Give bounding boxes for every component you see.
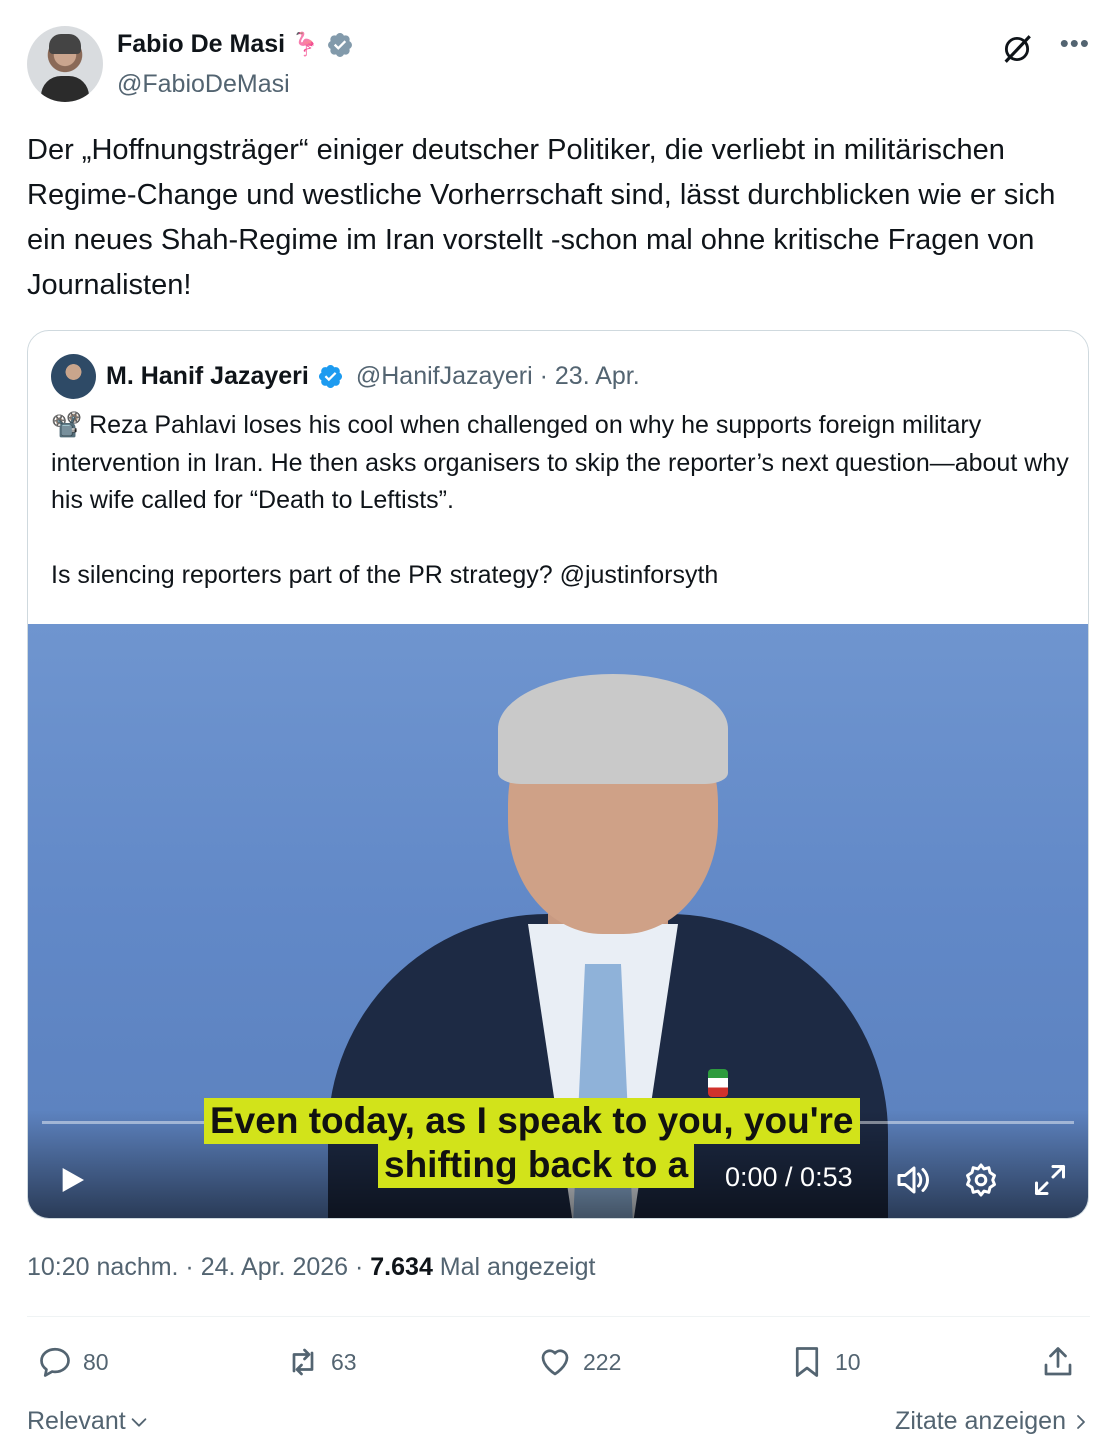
reply-count: 80 [83,1348,109,1375]
bookmark-icon [795,1347,819,1377]
repost-icon [292,1348,314,1376]
author-handle[interactable]: @FabioDeMasi [117,70,290,99]
quoted-tweet[interactable]: M. Hanif Jazayeri @HanifJazayeri · 23. A… [27,330,1089,1219]
bookmark-count: 10 [835,1348,861,1375]
bookmark-button[interactable]: 10 [789,1344,861,1380]
verified-icon[interactable] [317,363,344,390]
video-time: 0:00 / 0:53 [725,1162,853,1192]
share-button[interactable] [1040,1344,1076,1380]
video-subtitle-line-1: Even today, as I speak to you, you're [204,1098,860,1144]
divider [27,1316,1090,1317]
like-count: 222 [583,1348,622,1375]
flag-pin [708,1069,728,1097]
view-quotes-link[interactable]: Zitate anzeigen [895,1407,1090,1436]
sort-dropdown[interactable]: Relevant [27,1407,150,1436]
view-count: 7.634 [370,1253,433,1281]
quoted-handle-date[interactable]: @HanifJazayeri · 23. Apr. [356,362,640,391]
quoted-header: M. Hanif Jazayeri @HanifJazayeri · 23. A… [51,353,640,399]
tweet-meta: 10:20 nachm. · 24. Apr. 2026 · 7.634 Mal… [27,1253,595,1282]
chevron-right-icon [1077,1414,1085,1429]
video-subtitle-line-2: shifting back to a [378,1142,695,1188]
author-display-name[interactable]: Fabio De Masi [117,30,285,59]
more-icon[interactable]: ••• [1060,28,1090,59]
author-avatar[interactable] [27,26,103,102]
view-quotes-label: Zitate anzeigen [895,1407,1066,1435]
like-icon [541,1349,569,1376]
view-count-label: Mal angezeigt [432,1253,596,1281]
action-bar: 80 63 222 10 [27,1344,1090,1386]
tweet-header: Fabio De Masi 🦩 @FabioDeMasi ••• [27,26,1090,104]
volume-icon[interactable] [894,1162,934,1198]
video-person-hair [498,674,728,784]
reply-icon [40,1347,70,1377]
tweet-text: Der „Hoffnungsträger“ einiger deutscher … [27,134,1056,301]
tweet-timestamp[interactable]: 10:20 nachm. · 24. Apr. 2026 · [27,1253,370,1281]
verified-icon[interactable] [326,31,354,59]
sort-label: Relevant [27,1407,126,1435]
reply-button[interactable]: 80 [37,1344,109,1380]
video-player[interactable]: Even today, as I speak to you, you're sh… [28,624,1088,1218]
quoted-text: 📽️ Reza Pahlavi loses his cool when chal… [51,411,1069,589]
settings-icon[interactable] [963,1162,999,1198]
quoted-display-name[interactable]: M. Hanif Jazayeri [106,362,309,391]
repost-button[interactable]: 63 [285,1344,357,1380]
play-icon[interactable] [56,1162,88,1198]
quoted-avatar[interactable] [51,353,96,399]
share-icon [1044,1347,1072,1376]
chevron-down-icon [131,1417,147,1427]
repost-count: 63 [331,1348,357,1375]
author-name-row: Fabio De Masi 🦩 [117,30,354,59]
fullscreen-icon[interactable] [1032,1162,1068,1198]
flamingo-emoji: 🦩 [291,31,320,57]
grok-icon[interactable] [1000,32,1034,66]
like-button[interactable]: 222 [537,1344,621,1380]
replies-footer: Relevant Zitate anzeigen [27,1405,1090,1441]
